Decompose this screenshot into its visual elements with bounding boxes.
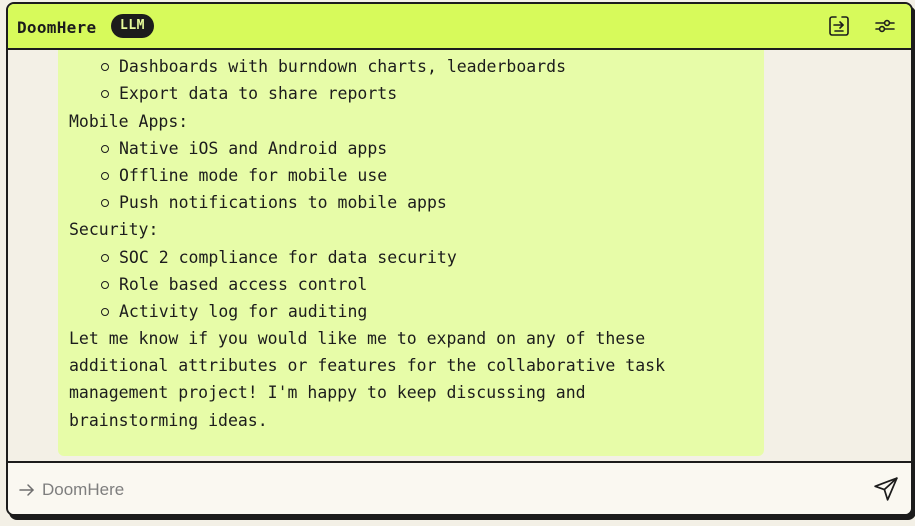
send-button[interactable] — [872, 475, 900, 503]
section-heading: Security: — [69, 220, 159, 240]
bullet-icon — [101, 253, 109, 262]
chat-input[interactable] — [42, 473, 842, 507]
list-item: Native iOS and Android apps — [69, 135, 754, 162]
assistant-message: Time tracking for tasks to report on tim… — [58, 50, 764, 456]
bullet-icon — [101, 144, 109, 153]
message-text: additional attributes or features for th… — [69, 356, 666, 376]
list-item: Activity log for auditing — [69, 298, 754, 325]
message-text: Let me know if you would like me to expa… — [69, 329, 646, 349]
list-item-text: Dashboards with burndown charts, leaderb… — [119, 57, 567, 77]
bullet-icon — [101, 199, 109, 208]
message-text: management project! I'm happy to keep di… — [69, 383, 586, 403]
share-export-icon — [829, 16, 849, 36]
list-item-text: Export data to share reports — [119, 84, 398, 104]
list-item-text: Native iOS and Android apps — [119, 138, 388, 158]
bullet-icon — [101, 307, 109, 316]
list-item: Dashboards with burndown charts, leaderb… — [69, 53, 754, 80]
share-button[interactable] — [826, 13, 852, 39]
sliders-settings-icon — [875, 19, 895, 33]
list-item-text: Push notifications to mobile apps — [119, 193, 447, 213]
input-bar — [8, 461, 911, 514]
model-badge: LLM — [111, 14, 154, 38]
chat-window: DoomHere LLM Time tracking for tasks to … — [6, 2, 913, 516]
list-item: Offline mode for mobile use — [69, 162, 754, 189]
arrow-right-icon — [18, 481, 36, 504]
section-heading: Mobile Apps: — [69, 111, 189, 131]
settings-button[interactable] — [872, 13, 898, 39]
list-item-text: SOC 2 compliance for data security — [119, 247, 457, 267]
message-text: brainstorming ideas. — [69, 410, 268, 430]
list-item-text: Activity log for auditing — [119, 301, 368, 321]
app-title: DoomHere — [17, 18, 97, 37]
bullet-icon — [101, 171, 109, 180]
list-item-text: Role based access control — [119, 274, 368, 294]
bullet-icon — [101, 90, 109, 99]
bullet-icon — [101, 63, 109, 72]
list-item: SOC 2 compliance for data security — [69, 244, 754, 271]
send-icon — [874, 477, 898, 501]
bullet-icon — [101, 280, 109, 289]
list-item: Export data to share reports — [69, 80, 754, 107]
app-header: DoomHere LLM — [8, 4, 911, 50]
list-item: Push notifications to mobile apps — [69, 189, 754, 216]
chat-scroll-area[interactable]: Time tracking for tasks to report on tim… — [8, 50, 911, 461]
list-item-text: Offline mode for mobile use — [119, 165, 388, 185]
list-item: Role based access control — [69, 271, 754, 298]
